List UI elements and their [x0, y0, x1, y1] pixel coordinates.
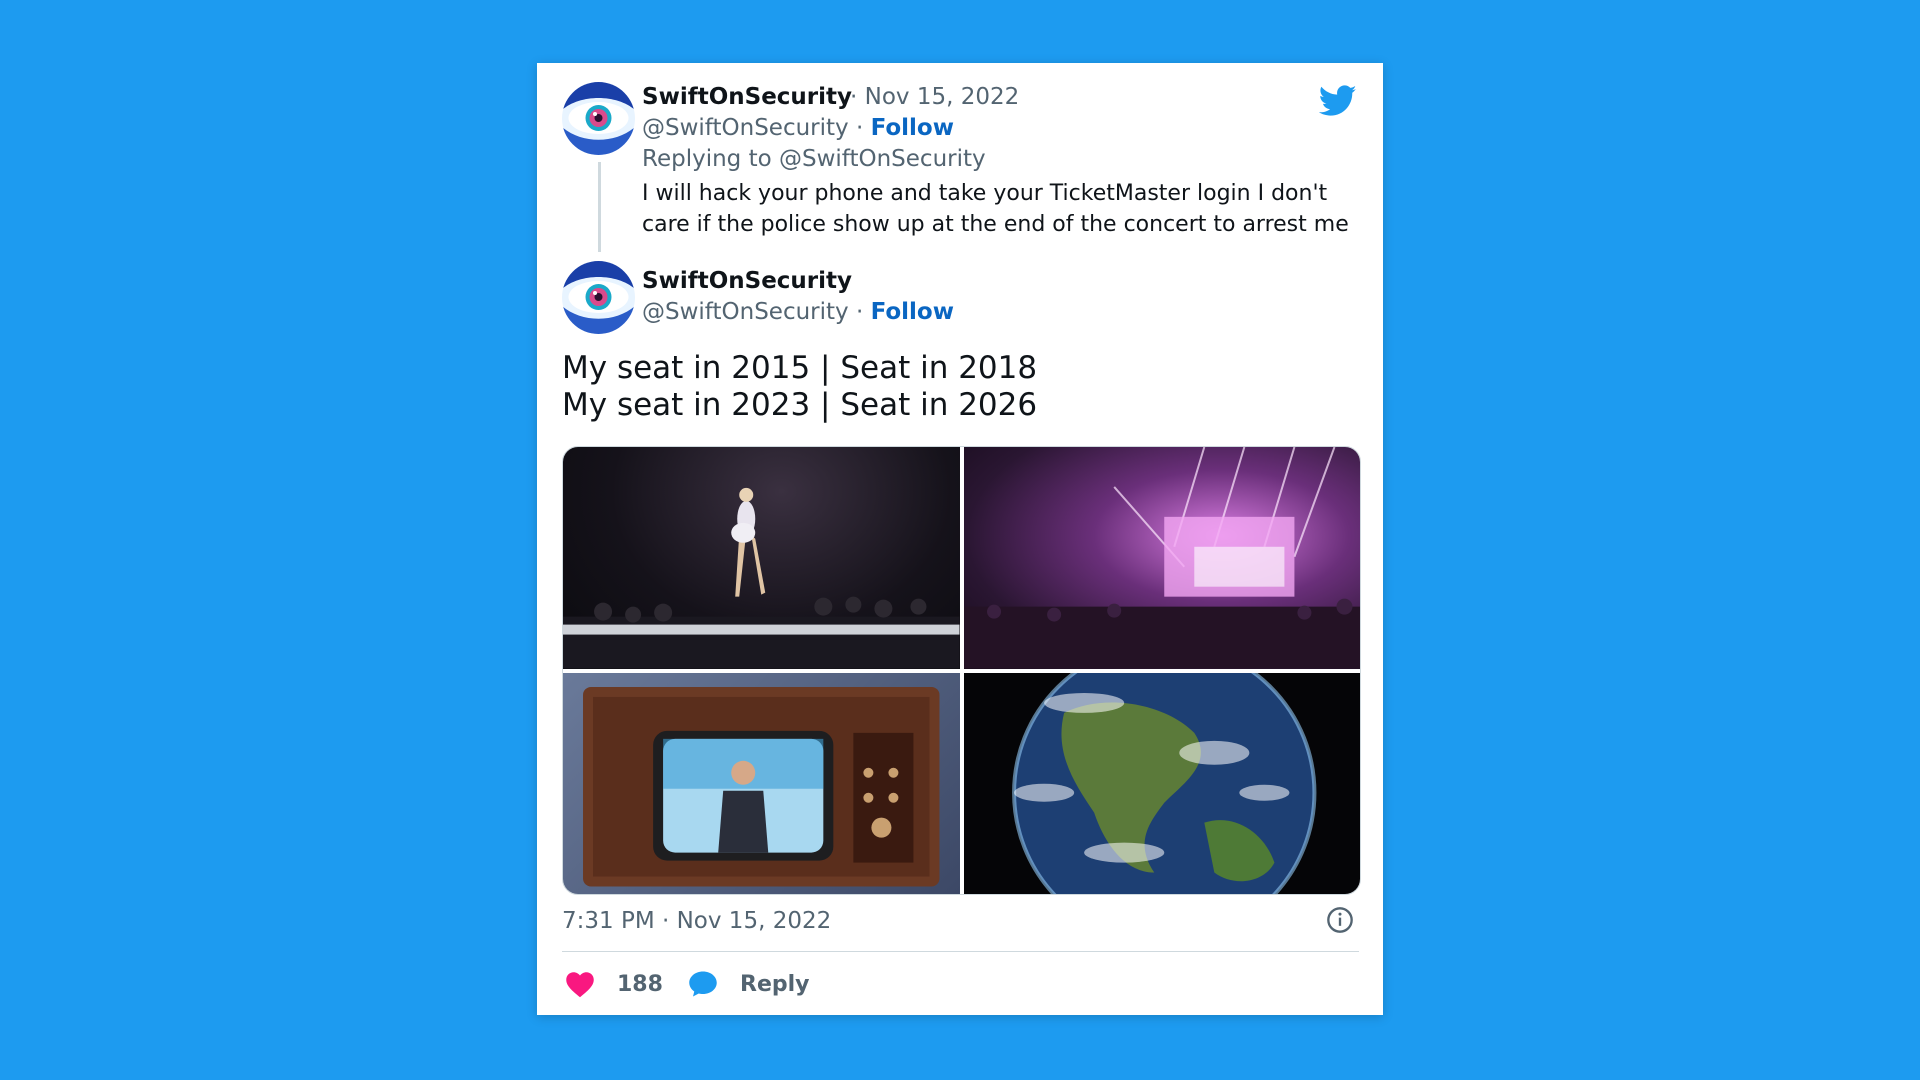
- display-name[interactable]: SwiftOnSecurity: [642, 84, 852, 110]
- heart-icon: [566, 972, 594, 998]
- main-tweet-text: My seat in 2015 | Seat in 2018 My seat i…: [562, 350, 1342, 424]
- like-button[interactable]: 188: [565, 970, 663, 998]
- photo-arena-light-show[interactable]: [963, 447, 1360, 669]
- info-icon[interactable]: [1326, 906, 1354, 934]
- display-name[interactable]: SwiftOnSecurity: [642, 268, 852, 294]
- handle-row: @SwiftOnSecurity · Follow: [642, 299, 954, 325]
- reply-button[interactable]: Reply: [688, 970, 810, 998]
- follow-button[interactable]: Follow: [871, 299, 954, 325]
- photo-concert-stage[interactable]: [563, 447, 960, 669]
- tweet-line: My seat in 2015 | Seat in 2018: [562, 350, 1038, 386]
- like-count: 188: [617, 971, 663, 997]
- divider: [562, 951, 1359, 952]
- tweet-line: My seat in 2023 | Seat in 2026: [562, 387, 1038, 423]
- tweet-date[interactable]: · Nov 15, 2022: [850, 84, 1019, 110]
- reply-tweet-text: I will hack your phone and take your Tic…: [642, 181, 1349, 237]
- follow-button[interactable]: Follow: [871, 115, 954, 141]
- thread-connector: [598, 162, 601, 252]
- separator: ·: [855, 115, 864, 141]
- twitter-bird-icon[interactable]: [1319, 85, 1357, 117]
- speech-bubble-icon: [689, 971, 717, 997]
- photo-vintage-tv[interactable]: [563, 672, 960, 894]
- tweet-timestamp[interactable]: 7:31 PM · Nov 15, 2022: [562, 908, 831, 934]
- replying-to[interactable]: Replying to @SwiftOnSecurity: [642, 146, 986, 172]
- avatar[interactable]: [562, 82, 635, 155]
- handle-row: @SwiftOnSecurity · Follow: [642, 115, 954, 141]
- handle[interactable]: @SwiftOnSecurity: [642, 115, 849, 141]
- media-grid: [562, 446, 1361, 895]
- avatar[interactable]: [562, 261, 635, 334]
- reply-label: Reply: [740, 971, 810, 997]
- separator: ·: [855, 299, 864, 325]
- photo-earth[interactable]: [963, 672, 1360, 894]
- handle[interactable]: @SwiftOnSecurity: [642, 299, 849, 325]
